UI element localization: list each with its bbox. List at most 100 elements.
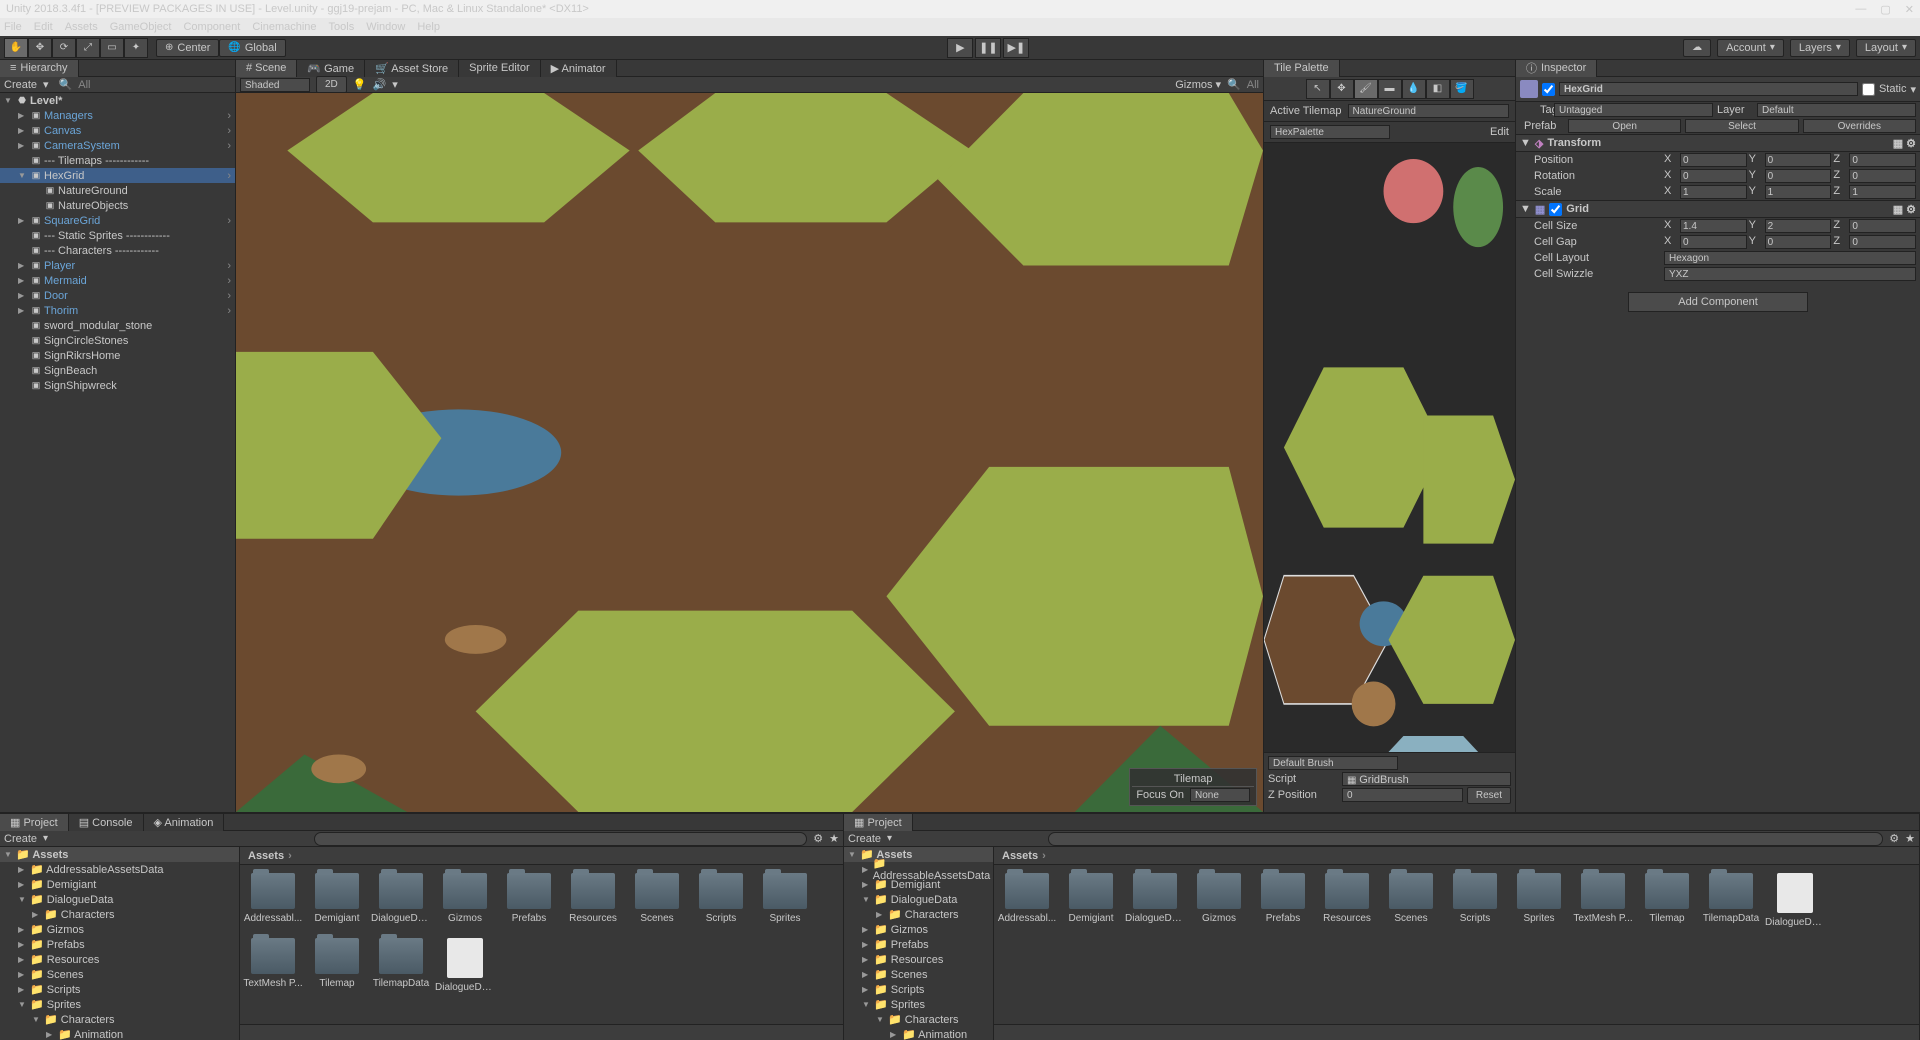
tp-select-tool[interactable]: ↖ [1306,79,1330,99]
tag-dropdown[interactable]: Untagged [1554,103,1713,117]
minimize-button[interactable]: — [1855,3,1866,16]
menu-cinemachine[interactable]: Cinemachine [252,21,316,33]
close-button[interactable]: ✕ [1905,3,1914,16]
add-component-button[interactable]: Add Component [1628,292,1808,312]
tab-scene[interactable]: # Scene [236,60,297,77]
rot-x[interactable] [1680,169,1747,183]
rect-tool[interactable]: ▭ [100,38,124,58]
project-tree-item[interactable]: ▶📁 Scripts [844,982,993,997]
grid-component-header[interactable]: ▼ ▦ Grid▦ ⚙ [1516,200,1920,218]
project-item[interactable]: Resources [568,873,618,924]
transform-component-header[interactable]: ▼ ⬗ Transform▦ ⚙ [1516,134,1920,152]
transform-tool[interactable]: ✦ [124,38,148,58]
cellsize-x[interactable] [1680,219,1747,233]
project-tree[interactable]: ▼📁 Assets▶📁 AddressableAssetsData▶📁 Demi… [0,847,240,1040]
project-item[interactable]: DialogueDa... [440,938,490,993]
project-tree-item[interactable]: ▼📁 Characters [0,1012,239,1027]
maximize-button[interactable]: ▢ [1880,3,1890,16]
tp-move-tool[interactable]: ✥ [1330,79,1354,99]
hierarchy-item[interactable]: ▣--- Tilemaps ------------ [0,153,235,168]
project-grid[interactable]: Addressabl... Demigiant DialogueDa... Gizmo… [994,865,1919,1024]
hierarchy-item[interactable]: ▼▣HexGrid› [0,168,235,183]
scale-x[interactable] [1680,185,1747,199]
fav-icon[interactable]: ★ [1905,832,1915,845]
project-item[interactable]: Scenes [632,873,682,924]
cellsize-z[interactable] [1849,219,1916,233]
project-tree-item[interactable]: ▶📁 Characters [844,907,993,922]
brush-script-field[interactable]: ▦ GridBrush [1342,772,1511,786]
tab-animator[interactable]: ▶ Animator [541,60,617,77]
scale-tool[interactable]: ⤢ [76,38,100,58]
tile-palette-viewport[interactable] [1264,143,1515,752]
project-item[interactable]: Scripts [1450,873,1500,928]
filter-icon[interactable]: ⚙ [1889,832,1899,845]
inspector-tab[interactable]: ⓘ Inspector [1516,60,1597,77]
tab-project[interactable]: ▦ Project [844,814,913,831]
project-tree-item[interactable]: ▼📁 Sprites [844,997,993,1012]
menu-assets[interactable]: Assets [65,21,98,33]
play-button[interactable]: ▶ [947,38,973,58]
hierarchy-item[interactable]: ▣SignShipwreck [0,378,235,393]
filter-icon[interactable]: ⚙ [813,832,823,845]
project-item[interactable]: Addressabl... [248,873,298,924]
prefab-select-button[interactable]: Select [1685,119,1798,133]
brush-dropdown[interactable]: Default Brush [1268,756,1398,770]
project-tree-item[interactable]: ▼📁 DialogueData [0,892,239,907]
hierarchy-item[interactable]: ▶▣Player› [0,258,235,273]
hierarchy-item[interactable]: ▣NatureObjects [0,198,235,213]
rot-z[interactable] [1849,169,1916,183]
space-toggle[interactable]: 🌐 Global [219,39,285,57]
step-button[interactable]: ▶❚ [1003,38,1029,58]
rotate-tool[interactable]: ⟳ [52,38,76,58]
project-tree-item[interactable]: ▶📁 Characters [0,907,239,922]
hierarchy-tree[interactable]: ▼⬣Level*▶▣Managers›▶▣Canvas›▶▣CameraSyst… [0,93,235,812]
pause-button[interactable]: ❚❚ [975,38,1001,58]
gameobject-name-input[interactable] [1559,82,1858,96]
project-item[interactable]: Prefabs [504,873,554,924]
project-item[interactable]: Gizmos [440,873,490,924]
project-item[interactable]: Resources [1322,873,1372,928]
scale-y[interactable] [1765,185,1832,199]
menu-component[interactable]: Component [183,21,240,33]
layer-dropdown[interactable]: Default [1757,103,1916,117]
tab-console[interactable]: ▤ Console [69,814,144,831]
cellsize-y[interactable] [1765,219,1832,233]
project-item[interactable]: Sprites [760,873,810,924]
palette-dropdown[interactable]: HexPalette [1270,125,1390,139]
hierarchy-item[interactable]: ▶▣Canvas› [0,123,235,138]
reset-button[interactable]: Reset [1467,787,1511,804]
grid-enabled-checkbox[interactable] [1549,203,1562,216]
hierarchy-item[interactable]: ▣sword_modular_stone [0,318,235,333]
project-tree-item[interactable]: ▶📁 AddressableAssetsData [844,862,993,877]
hierarchy-item[interactable]: ▶▣CameraSystem› [0,138,235,153]
project-tree-item[interactable]: ▶📁 Resources [0,952,239,967]
project-tree-item[interactable]: ▶📁 Gizmos [0,922,239,937]
scale-z[interactable] [1849,185,1916,199]
project-item[interactable]: Addressabl... [1002,873,1052,928]
project-item[interactable]: TextMesh P... [248,938,298,993]
menu-window[interactable]: Window [366,21,405,33]
tab-animation[interactable]: ◈ Animation [144,814,225,831]
project-item[interactable]: Scripts [696,873,746,924]
project-item[interactable]: Prefabs [1258,873,1308,928]
project-item[interactable]: Demigiant [1066,873,1116,928]
project-search[interactable] [1048,832,1883,846]
pos-z[interactable] [1849,153,1916,167]
project-item[interactable]: TextMesh P... [1578,873,1628,928]
gizmos-dropdown[interactable]: Gizmos ▾ [1175,78,1221,91]
project-tree-item[interactable]: ▶📁 Demigiant [0,877,239,892]
tab-asset-store[interactable]: 🛒 Asset Store [365,60,459,77]
collab-button[interactable]: ☁ [1683,39,1711,57]
project-item[interactable]: DialogueDa... [376,873,426,924]
project-tree-root[interactable]: ▼📁 Assets [0,847,239,862]
project-item[interactable]: Gizmos [1194,873,1244,928]
hierarchy-item[interactable]: ▣NatureGround [0,183,235,198]
project-item[interactable]: DialogueDa... [1770,873,1820,928]
tp-eraser-tool[interactable]: ◧ [1426,79,1450,99]
project-tree-item[interactable]: ▶📁 Scripts [0,982,239,997]
project-tree-item[interactable]: ▶📁 Prefabs [0,937,239,952]
tab-sprite-editor[interactable]: Sprite Editor [459,60,541,77]
menu-gameobject[interactable]: GameObject [110,21,172,33]
shading-dropdown[interactable]: Shaded [240,78,310,92]
prefab-open-button[interactable]: Open [1568,119,1681,133]
